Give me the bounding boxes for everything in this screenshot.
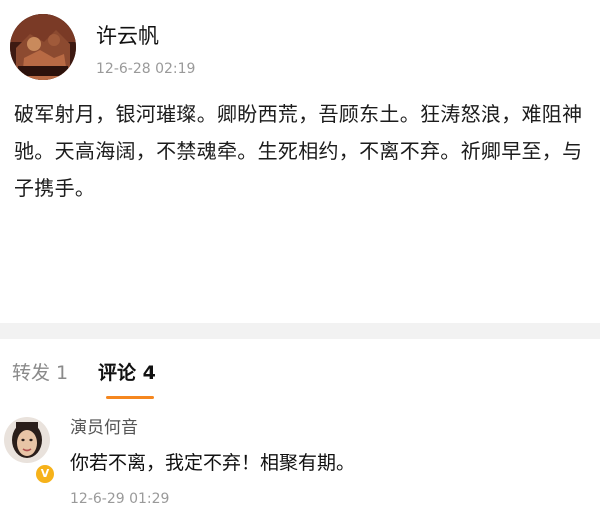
active-tab-indicator: [106, 396, 154, 399]
post-timestamp: 12-6-28 02:19: [96, 61, 196, 77]
verified-v-icon: V: [34, 463, 56, 485]
post-header: 许云帆 12-6-28 02:19: [0, 0, 600, 90]
comment-text: 你若不离，我定不弃！相聚有期。: [70, 452, 356, 474]
post-author-name[interactable]: 许云帆: [96, 23, 159, 49]
commenter-avatar[interactable]: V: [4, 410, 56, 485]
comment-timestamp: 12-6-29 01:29: [70, 491, 170, 507]
section-divider: [0, 323, 600, 339]
commenter-avatar-image: [4, 417, 50, 463]
post-tabs: 转发 1 评论 4: [0, 339, 600, 399]
comment-author-name[interactable]: 演员何音: [70, 417, 138, 439]
tab-comments[interactable]: 评论 4: [98, 361, 156, 385]
post-text: 破军射月，银河璀璨。卿盼西荒，吾顾东土。狂涛怒浪，难阻神驰。天高海阔，不禁魂牵。…: [14, 102, 583, 200]
comment-item: V 演员何音 你若不离，我定不弃！相聚有期。 12-6-29 01:29: [0, 400, 600, 523]
author-avatar-image: [10, 14, 76, 80]
tab-reposts[interactable]: 转发 1: [12, 361, 68, 385]
author-avatar[interactable]: [10, 14, 76, 80]
